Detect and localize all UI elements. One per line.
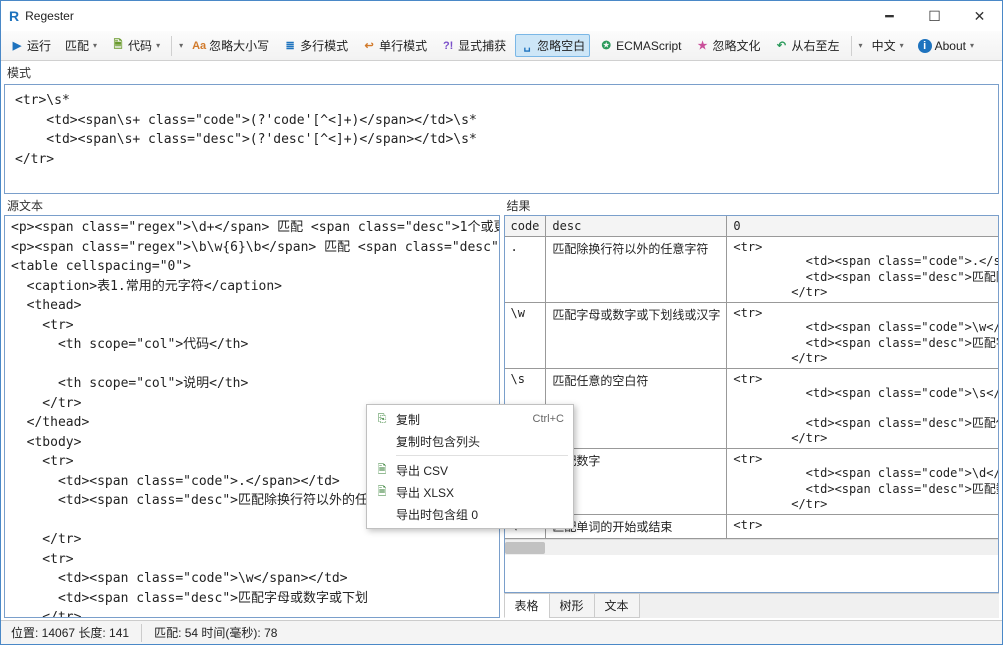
minimize-button[interactable]: ━ bbox=[867, 1, 912, 31]
app-icon: R bbox=[9, 8, 19, 24]
ws-icon: ␣ bbox=[520, 39, 534, 53]
info-icon: i bbox=[918, 39, 932, 53]
table-row[interactable]: \w匹配字母或数字或下划线或汉字<tr> <td><span class="co… bbox=[505, 303, 1000, 369]
table-row[interactable]: \b匹配单词的开始或结束<tr> bbox=[505, 515, 1000, 539]
pattern-label: 模式 bbox=[4, 63, 999, 82]
result-label: 结果 bbox=[504, 196, 1000, 215]
tab-text[interactable]: 文本 bbox=[594, 594, 640, 618]
xlsx-icon: 🗎 bbox=[374, 483, 390, 502]
ecma-icon: ✪ bbox=[599, 39, 613, 53]
about-button[interactable]: iAbout▾ bbox=[913, 36, 979, 56]
star-icon: ★ bbox=[696, 39, 710, 53]
rtl-icon: ↶ bbox=[775, 39, 789, 53]
table-row[interactable]: .匹配除换行符以外的任意字符<tr> <td><span class="code… bbox=[505, 237, 1000, 303]
status-position: 位置: 14067 长度: 141 bbox=[5, 622, 135, 643]
ecmascript-button[interactable]: ✪ECMAScript bbox=[594, 36, 686, 56]
culture-invariant-button[interactable]: ★忽略文化 bbox=[691, 34, 766, 57]
copy-icon: ⎘ bbox=[374, 413, 390, 426]
menu-export-csv[interactable]: 🗎导出 CSV bbox=[370, 459, 570, 481]
maximize-button[interactable]: ☐ bbox=[912, 1, 957, 31]
col-0[interactable]: 0 bbox=[727, 216, 999, 237]
col-code[interactable]: code bbox=[505, 216, 546, 237]
doc-icon: 🗎 bbox=[111, 39, 125, 53]
ignore-case-button[interactable]: Aa忽略大小写 bbox=[187, 34, 274, 57]
result-grid[interactable]: code desc 0 .匹配除换行符以外的任意字符<tr> <td><span… bbox=[504, 215, 1000, 593]
code-button[interactable]: 🗎代码▾ bbox=[106, 34, 165, 57]
multiline-icon: ≣ bbox=[283, 39, 297, 53]
menu-copy[interactable]: ⎘复制Ctrl+C bbox=[370, 408, 570, 430]
menu-export-xlsx[interactable]: 🗎导出 XLSX bbox=[370, 481, 570, 503]
tab-tree[interactable]: 树形 bbox=[549, 594, 595, 618]
table-row[interactable]: \s匹配任意的空白符<tr> <td><span class="code">\s… bbox=[505, 369, 1000, 449]
multiline-button[interactable]: ≣多行模式 bbox=[278, 34, 353, 57]
title-bar: R Regester ━ ☐ ✕ bbox=[1, 1, 1002, 31]
col-desc[interactable]: desc bbox=[546, 216, 727, 237]
singleline-icon: ↩ bbox=[362, 39, 376, 53]
csv-icon: 🗎 bbox=[374, 461, 390, 480]
rtl-button[interactable]: ↶从右至左 bbox=[770, 34, 845, 57]
pattern-textarea[interactable]: <tr>\s* <td><span\s+ class="code">(?'cod… bbox=[4, 84, 999, 194]
match-button[interactable]: 匹配▾ bbox=[60, 34, 102, 57]
close-button[interactable]: ✕ bbox=[957, 1, 1002, 31]
capture-icon: ?! bbox=[441, 39, 455, 53]
explicit-capture-button[interactable]: ?!显式捕获 bbox=[436, 34, 511, 57]
menu-copy-with-header[interactable]: 复制时包含列头 bbox=[370, 430, 570, 452]
ignore-whitespace-button[interactable]: ␣忽略空白 bbox=[515, 34, 590, 57]
result-scrollbar-h[interactable] bbox=[505, 539, 999, 555]
table-row[interactable]: \d匹配数字<tr> <td><span class="code">\d</s … bbox=[505, 449, 1000, 515]
context-menu: ⎘复制Ctrl+C 复制时包含列头 🗎导出 CSV 🗎导出 XLSX 导出时包含… bbox=[366, 404, 574, 529]
play-icon: ▶ bbox=[10, 39, 24, 53]
status-match: 匹配: 54 时间(毫秒): 78 bbox=[148, 622, 283, 643]
status-bar: 位置: 14067 长度: 141 匹配: 54 时间(毫秒): 78 bbox=[1, 620, 1002, 644]
run-button[interactable]: ▶运行 bbox=[5, 34, 56, 57]
source-label: 源文本 bbox=[4, 196, 500, 215]
singleline-button[interactable]: ↩单行模式 bbox=[357, 34, 432, 57]
case-icon: Aa bbox=[192, 39, 206, 53]
tab-grid[interactable]: 表格 bbox=[504, 594, 550, 618]
menu-export-group0[interactable]: 导出时包含组 0 bbox=[370, 503, 570, 525]
window-title: Regester bbox=[25, 9, 74, 23]
language-button[interactable]: 中文▾ bbox=[867, 34, 909, 57]
toolbar: ▶运行 匹配▾ 🗎代码▾ ▾ Aa忽略大小写 ≣多行模式 ↩单行模式 ?!显式捕… bbox=[1, 31, 1002, 61]
